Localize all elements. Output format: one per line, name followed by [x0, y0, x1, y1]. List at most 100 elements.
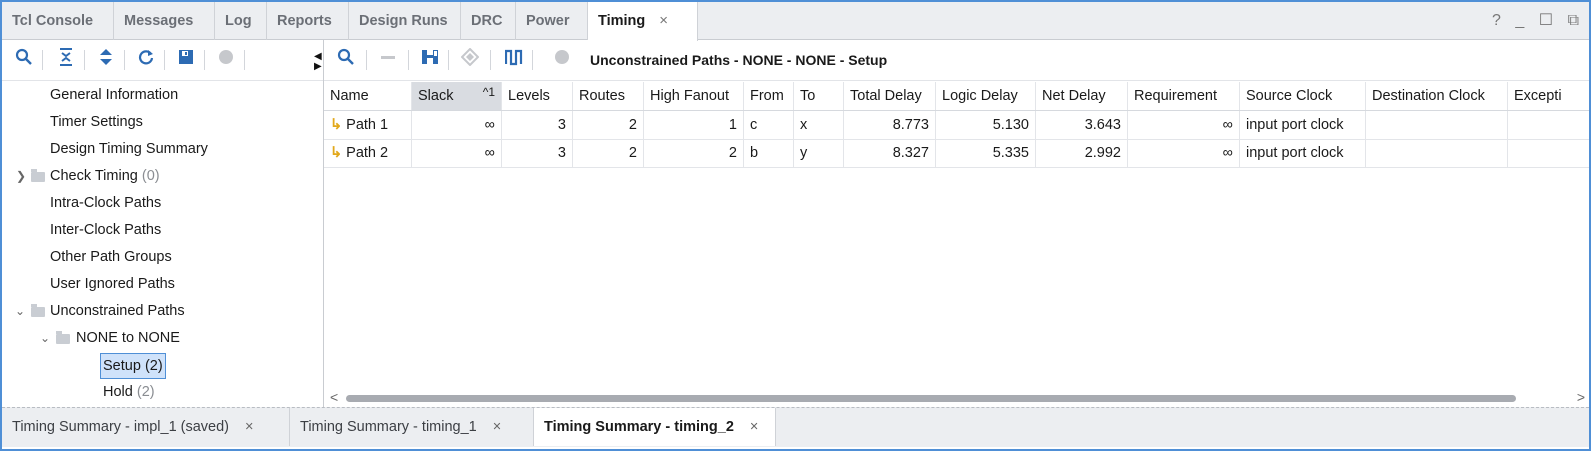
timing-tree-panel: General Information Timer Settings Desig…	[2, 40, 324, 407]
tree-item-user-ignored-paths[interactable]: User Ignored Paths	[2, 271, 323, 298]
tab-timing-summary-timing-1[interactable]: Timing Summary - timing_1 ×	[290, 408, 534, 446]
tree-item-label: User Ignored Paths	[50, 276, 175, 292]
tree-item-none-to-none[interactable]: ⌄ NONE to NONE	[2, 325, 323, 352]
scroll-left-icon[interactable]: <	[330, 389, 338, 405]
tab-power[interactable]: Power	[516, 2, 588, 40]
column-header-slack[interactable]: Slack ^1	[412, 82, 502, 110]
tab-design-runs[interactable]: Design Runs	[349, 2, 461, 40]
total-delay-cell: 8.773	[844, 111, 936, 139]
requirement-cell: ∞	[1128, 111, 1240, 139]
tab-timing[interactable]: Timing ×	[588, 2, 698, 41]
help-icon[interactable]: ?	[1492, 12, 1501, 29]
requirement-cell: ∞	[1128, 139, 1240, 167]
tab-reports[interactable]: Reports	[267, 2, 349, 40]
stop-icon	[550, 48, 574, 72]
to-cell: x	[794, 111, 844, 139]
minimize-icon[interactable]: _	[1515, 12, 1524, 29]
search-icon[interactable]	[334, 48, 358, 72]
column-header-net-delay[interactable]: Net Delay	[1036, 82, 1128, 110]
path-arrow-icon: ↳	[330, 117, 343, 133]
tab-messages[interactable]: Messages	[114, 2, 215, 40]
column-header-destination-clock[interactable]: Destination Clock	[1366, 82, 1508, 110]
toolbar-divider	[204, 50, 205, 70]
maximize-icon[interactable]: ☐	[1539, 12, 1553, 29]
column-header-name[interactable]: Name	[324, 82, 412, 110]
close-icon[interactable]: ×	[750, 419, 758, 435]
tree-item-general-information[interactable]: General Information	[2, 82, 323, 109]
column-header-from[interactable]: From	[744, 82, 794, 110]
column-header-levels[interactable]: Levels	[502, 82, 573, 110]
column-header-total-delay[interactable]: Total Delay	[844, 82, 936, 110]
tab-label: Timing Summary - timing_2	[544, 419, 734, 435]
collapse-all-icon[interactable]	[54, 48, 78, 72]
tree-item-other-path-groups[interactable]: Other Path Groups	[2, 244, 323, 271]
tree-item-label: Unconstrained Paths	[50, 303, 185, 319]
chevron-down-icon[interactable]: ⌄	[40, 325, 50, 352]
splitter-arrows[interactable]: ◀ ▶	[314, 52, 322, 72]
logic-delay-cell: 5.130	[936, 111, 1036, 139]
tree-item-setup[interactable]: Setup (2)	[2, 352, 323, 379]
tree-item-label: Inter-Clock Paths	[50, 222, 162, 238]
toolbar-divider	[164, 50, 165, 70]
close-icon[interactable]: ×	[493, 419, 501, 435]
close-icon[interactable]: ×	[245, 419, 253, 435]
tree-item-selected: Setup (2)	[100, 353, 166, 379]
column-header-requirement[interactable]: Requirement	[1128, 82, 1240, 110]
tab-timing-summary-timing-2[interactable]: Timing Summary - timing_2 ×	[534, 408, 776, 446]
tree-item-timer-settings[interactable]: Timer Settings	[2, 109, 323, 136]
close-icon[interactable]: ×	[659, 12, 668, 29]
total-delay-cell: 8.327	[844, 139, 936, 167]
tree-item-hold[interactable]: Hold (2)	[2, 379, 323, 406]
tab-label: Tcl Console	[12, 13, 94, 29]
tab-tcl-console[interactable]: Tcl Console	[2, 2, 114, 40]
save-icon[interactable]	[174, 48, 198, 72]
tree-item-unconstrained-paths[interactable]: ⌄ Unconstrained Paths	[2, 298, 323, 325]
scrollbar-thumb[interactable]	[346, 395, 1516, 402]
tree-item-label: Design Timing Summary	[50, 141, 208, 157]
tab-drc[interactable]: DRC	[461, 2, 516, 40]
bottom-tab-bar: Timing Summary - impl_1 (saved) × Timing …	[2, 407, 1589, 447]
tab-log[interactable]: Log	[215, 2, 267, 40]
restore-icon[interactable]: ⧉	[1568, 12, 1579, 29]
column-header-exceptions[interactable]: Excepti	[1508, 82, 1589, 110]
scroll-right-icon[interactable]: >	[1577, 389, 1585, 405]
window-controls: ? _ ☐ ⧉	[1482, 2, 1579, 40]
from-cell: c	[744, 111, 794, 139]
tab-label: Timing Summary - impl_1 (saved)	[12, 419, 230, 435]
expand-all-icon[interactable]	[94, 48, 118, 72]
column-header-to[interactable]: To	[794, 82, 844, 110]
minus-icon	[376, 48, 400, 72]
paths-toolbar: Unconstrained Paths - NONE - NONE - Setu…	[324, 40, 1589, 81]
refresh-icon[interactable]	[134, 48, 158, 72]
tree-item-label: Check Timing	[50, 168, 138, 184]
destination-clock-cell	[1366, 139, 1508, 167]
table-row[interactable]: ↳ Path 1 ∞ 3 2 1 c x 8.773 5.130 3.643 ∞ …	[324, 111, 1589, 140]
toolbar-divider	[490, 50, 491, 70]
schematic-icon[interactable]	[418, 48, 442, 72]
tree-item-count: (0)	[141, 168, 160, 184]
column-header-source-clock[interactable]: Source Clock	[1240, 82, 1366, 110]
sort-ascending-icon: ^1	[482, 85, 495, 99]
tree-item-label: Setup	[103, 358, 141, 374]
chevron-down-icon[interactable]: ⌄	[15, 298, 25, 325]
horizontal-scrollbar[interactable]: < >	[324, 389, 1589, 405]
slack-cell: ∞	[412, 111, 502, 139]
table-row[interactable]: ↳ Path 2 ∞ 3 2 2 b y 8.327 5.335 2.992 ∞ …	[324, 139, 1589, 168]
tree-item-count: (2)	[136, 384, 155, 400]
waveform-icon[interactable]	[502, 48, 526, 72]
high-fanout-cell: 1	[644, 111, 744, 139]
column-header-logic-delay[interactable]: Logic Delay	[936, 82, 1036, 110]
tree-item-design-timing-summary[interactable]: Design Timing Summary	[2, 136, 323, 163]
tree-item-inter-clock-paths[interactable]: Inter-Clock Paths	[2, 217, 323, 244]
tree-item-check-timing[interactable]: ❯ Check Timing (0)	[2, 163, 323, 190]
levels-cell: 3	[502, 111, 573, 139]
search-icon[interactable]	[12, 48, 36, 72]
path-name-cell: ↳ Path 2	[324, 139, 412, 167]
chevron-right-icon[interactable]: ❯	[16, 163, 26, 190]
net-delay-cell: 2.992	[1036, 139, 1128, 167]
tab-timing-summary-impl-1[interactable]: Timing Summary - impl_1 (saved) ×	[2, 408, 290, 446]
tree-item-intra-clock-paths[interactable]: Intra-Clock Paths	[2, 190, 323, 217]
column-header-high-fanout[interactable]: High Fanout	[644, 82, 744, 110]
exceptions-cell	[1508, 139, 1589, 167]
column-header-routes[interactable]: Routes	[573, 82, 644, 110]
